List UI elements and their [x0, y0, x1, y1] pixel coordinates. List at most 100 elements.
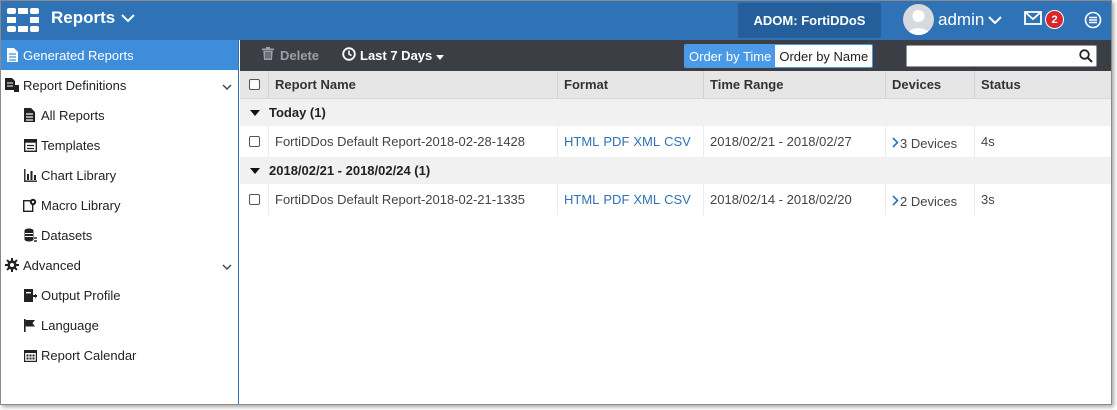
- reports-table: Report Name Format Time Range Devices St…: [240, 71, 1111, 215]
- sidebar-item-label: Output Profile: [41, 287, 121, 303]
- document-icon: [23, 108, 37, 122]
- sidebar-item-report-calendar[interactable]: Report Calendar: [1, 340, 238, 370]
- column-header-format[interactable]: Format: [558, 71, 704, 98]
- chevron-down-icon[interactable]: [222, 259, 232, 274]
- devices-expand[interactable]: 2 Devices: [892, 191, 957, 209]
- report-name[interactable]: FortiDDos Default Report-2018-02-21-1335: [269, 184, 558, 215]
- sidebar-item-advanced[interactable]: Advanced: [1, 250, 238, 280]
- collapse-triangle-icon[interactable]: [240, 167, 269, 174]
- select-all-checkbox[interactable]: [249, 79, 260, 90]
- row-checkbox[interactable]: [249, 194, 260, 205]
- report-name[interactable]: FortiDDos Default Report-2018-02-28-1428: [269, 126, 558, 157]
- gear-icon: [5, 258, 19, 272]
- chevron-down-icon: [121, 8, 135, 28]
- column-header-devices[interactable]: Devices: [886, 71, 975, 98]
- sidebar-item-datasets[interactable]: Datasets: [1, 220, 238, 250]
- sidebar-item-label: Language: [41, 317, 99, 333]
- group-label: Today (1): [269, 105, 326, 120]
- top-bar: Reports ADOM: FortiDDoS admin 2: [1, 1, 1111, 40]
- app-title: Reports: [51, 8, 116, 27]
- group-header-today[interactable]: Today (1): [240, 99, 1111, 126]
- templates-icon: [23, 138, 37, 152]
- select-all-cell: [240, 71, 269, 98]
- order-by-name-button[interactable]: Order by Name: [775, 45, 873, 67]
- format-html-link[interactable]: HTML: [564, 134, 599, 149]
- sidebar-item-templates[interactable]: Templates: [1, 130, 238, 160]
- app-window: Reports ADOM: FortiDDoS admin 2 Generate…: [0, 0, 1112, 405]
- order-toggle: Order by Time Order by Name: [684, 44, 874, 68]
- sidebar-item-output-profile[interactable]: Output Profile: [1, 280, 238, 310]
- mail-icon: [1024, 10, 1042, 29]
- row-checkbox[interactable]: [249, 136, 260, 147]
- report-definitions-icon: [5, 78, 19, 92]
- delete-label: Delete: [280, 47, 320, 63]
- column-header-status[interactable]: Status: [975, 71, 1111, 98]
- collapse-triangle-icon[interactable]: [240, 109, 269, 116]
- user-menu[interactable]: admin: [903, 4, 1003, 35]
- chevron-right-icon: [892, 136, 899, 151]
- format-pdf-link[interactable]: PDF: [603, 134, 629, 149]
- format-pdf-link[interactable]: PDF: [603, 192, 629, 207]
- devices-count: 2 Devices: [900, 193, 958, 209]
- format-xml-link[interactable]: XML: [633, 134, 660, 149]
- status: 4s: [981, 134, 995, 149]
- devices-count: 3 Devices: [900, 135, 958, 151]
- toolbar: Delete Last 7 Days Order by Time Order b…: [240, 40, 1111, 71]
- table-header: Report Name Format Time Range Devices St…: [240, 71, 1111, 99]
- chevron-down-icon: [988, 10, 1003, 30]
- calendar-icon: [23, 348, 37, 362]
- sidebar-item-label: Templates: [41, 137, 101, 153]
- main-panel: Delete Last 7 Days Order by Time Order b…: [240, 40, 1111, 404]
- table-row[interactable]: FortiDDos Default Report-2018-02-21-1335…: [240, 184, 1111, 215]
- sidebar-item-label: Report Calendar: [41, 347, 137, 363]
- format-xml-link[interactable]: XML: [633, 192, 660, 207]
- bar-chart-icon: [23, 168, 37, 182]
- fortinet-logo-icon[interactable]: [7, 8, 39, 32]
- macro-icon: [23, 198, 37, 212]
- format-links: HTML PDF XML CSV: [558, 126, 704, 157]
- adom-label: ADOM: FortiDDoS: [753, 13, 866, 28]
- clock-icon: [342, 47, 356, 64]
- group-label: 2018/02/21 - 2018/02/24 (1): [269, 163, 431, 178]
- time-range-label: Last 7 Days: [360, 48, 433, 63]
- chevron-down-icon[interactable]: [222, 79, 232, 94]
- sidebar-item-all-reports[interactable]: All Reports: [1, 100, 238, 130]
- devices-cell: 3 Devices: [886, 126, 975, 157]
- sidebar: Generated Reports Report Definitions All…: [1, 40, 239, 404]
- column-header-report-name[interactable]: Report Name: [269, 71, 558, 98]
- main-menu-button[interactable]: [1084, 11, 1102, 32]
- table-row[interactable]: FortiDDos Default Report-2018-02-28-1428…: [240, 126, 1111, 157]
- search-box: [906, 45, 1097, 67]
- format-csv-link[interactable]: CSV: [664, 192, 691, 207]
- report-icon: [5, 48, 19, 62]
- sidebar-item-macro-library[interactable]: Macro Library: [1, 190, 238, 220]
- notifications-button[interactable]: 2: [1024, 10, 1064, 29]
- devices-expand[interactable]: 3 Devices: [892, 133, 957, 151]
- sidebar-item-chart-library[interactable]: Chart Library: [1, 160, 238, 190]
- app-title-dropdown[interactable]: Reports: [51, 8, 135, 28]
- output-profile-icon: [23, 288, 37, 302]
- column-header-time-range[interactable]: Time Range: [704, 71, 886, 98]
- time-range: 2018/02/14 - 2018/02/20: [704, 184, 886, 215]
- notification-count-badge: 2: [1045, 10, 1064, 29]
- sidebar-item-generated-reports[interactable]: Generated Reports: [1, 40, 238, 70]
- chevron-right-icon: [892, 194, 899, 209]
- group-header-date-range[interactable]: 2018/02/21 - 2018/02/24 (1): [240, 157, 1111, 184]
- sidebar-item-label: Chart Library: [41, 167, 117, 183]
- datasets-icon: [23, 228, 37, 242]
- flag-icon: [23, 318, 37, 332]
- format-csv-link[interactable]: CSV: [664, 134, 691, 149]
- time-range-dropdown[interactable]: Last 7 Days: [342, 47, 445, 64]
- search-input[interactable]: [907, 46, 1072, 66]
- user-name: admin: [938, 9, 985, 29]
- sidebar-item-report-definitions[interactable]: Report Definitions: [1, 70, 238, 100]
- delete-button[interactable]: Delete: [262, 47, 319, 63]
- search-icon[interactable]: [1079, 49, 1093, 66]
- sidebar-item-label: All Reports: [41, 107, 105, 123]
- row-select-cell: [240, 126, 269, 157]
- order-by-time-button[interactable]: Order by Time: [685, 45, 776, 67]
- sidebar-item-language[interactable]: Language: [1, 310, 238, 340]
- adom-button[interactable]: ADOM: FortiDDoS: [738, 3, 881, 38]
- row-select-cell: [240, 184, 269, 215]
- format-html-link[interactable]: HTML: [564, 192, 599, 207]
